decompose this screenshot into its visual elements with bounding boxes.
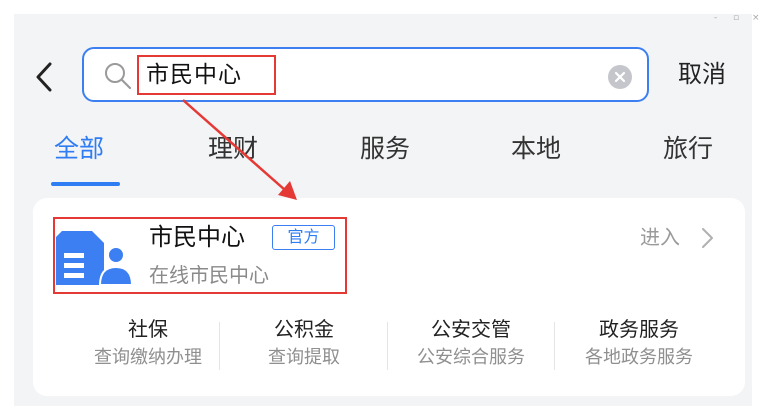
service-police-traffic[interactable]: 公安交管 公安综合服务	[386, 314, 556, 372]
tab-local[interactable]: 本地	[511, 132, 561, 166]
service-desc: 查询提取	[268, 347, 340, 368]
maximize-window-icon[interactable]: ▫	[733, 14, 739, 23]
enter-link[interactable]: 进入	[640, 223, 680, 251]
service-desc: 公安综合服务	[417, 347, 525, 368]
close-icon	[614, 71, 626, 83]
service-name: 政务服务	[599, 317, 679, 341]
tab-services[interactable]: 服务	[360, 132, 410, 166]
service-social-security[interactable]: 社保 查询缴纳办理	[63, 314, 233, 372]
service-name: 社保	[128, 317, 168, 341]
service-name: 公积金	[274, 317, 334, 341]
chevron-right-icon[interactable]	[700, 227, 714, 249]
minimize-window-icon[interactable]: -	[714, 14, 717, 23]
tab-all[interactable]: 全部	[54, 132, 104, 166]
result-title[interactable]: 市民中心	[149, 221, 245, 253]
service-desc: 各地政务服务	[585, 347, 693, 368]
close-window-icon[interactable]: ×	[752, 14, 760, 23]
service-housing-fund[interactable]: 公积金 查询提取	[219, 314, 389, 372]
tab-finance[interactable]: 理财	[208, 132, 258, 166]
service-desc: 查询缴纳办理	[94, 347, 202, 368]
search-bar[interactable]: 市民中心	[82, 47, 649, 102]
active-tab-indicator	[51, 182, 120, 186]
official-badge: 官方	[272, 225, 335, 250]
search-input[interactable]: 市民中心	[146, 61, 242, 89]
service-government[interactable]: 政务服务 各地政务服务	[554, 314, 724, 372]
tab-travel[interactable]: 旅行	[663, 132, 713, 166]
chevron-left-icon	[36, 62, 52, 92]
citizen-center-logo-icon[interactable]	[52, 225, 136, 289]
cancel-button[interactable]: 取消	[678, 58, 726, 90]
result-subtitle: 在线市民中心	[149, 263, 269, 287]
service-name: 公安交管	[431, 317, 511, 341]
back-button[interactable]	[30, 57, 58, 97]
search-icon	[105, 63, 132, 90]
clear-search-button[interactable]	[608, 65, 632, 89]
